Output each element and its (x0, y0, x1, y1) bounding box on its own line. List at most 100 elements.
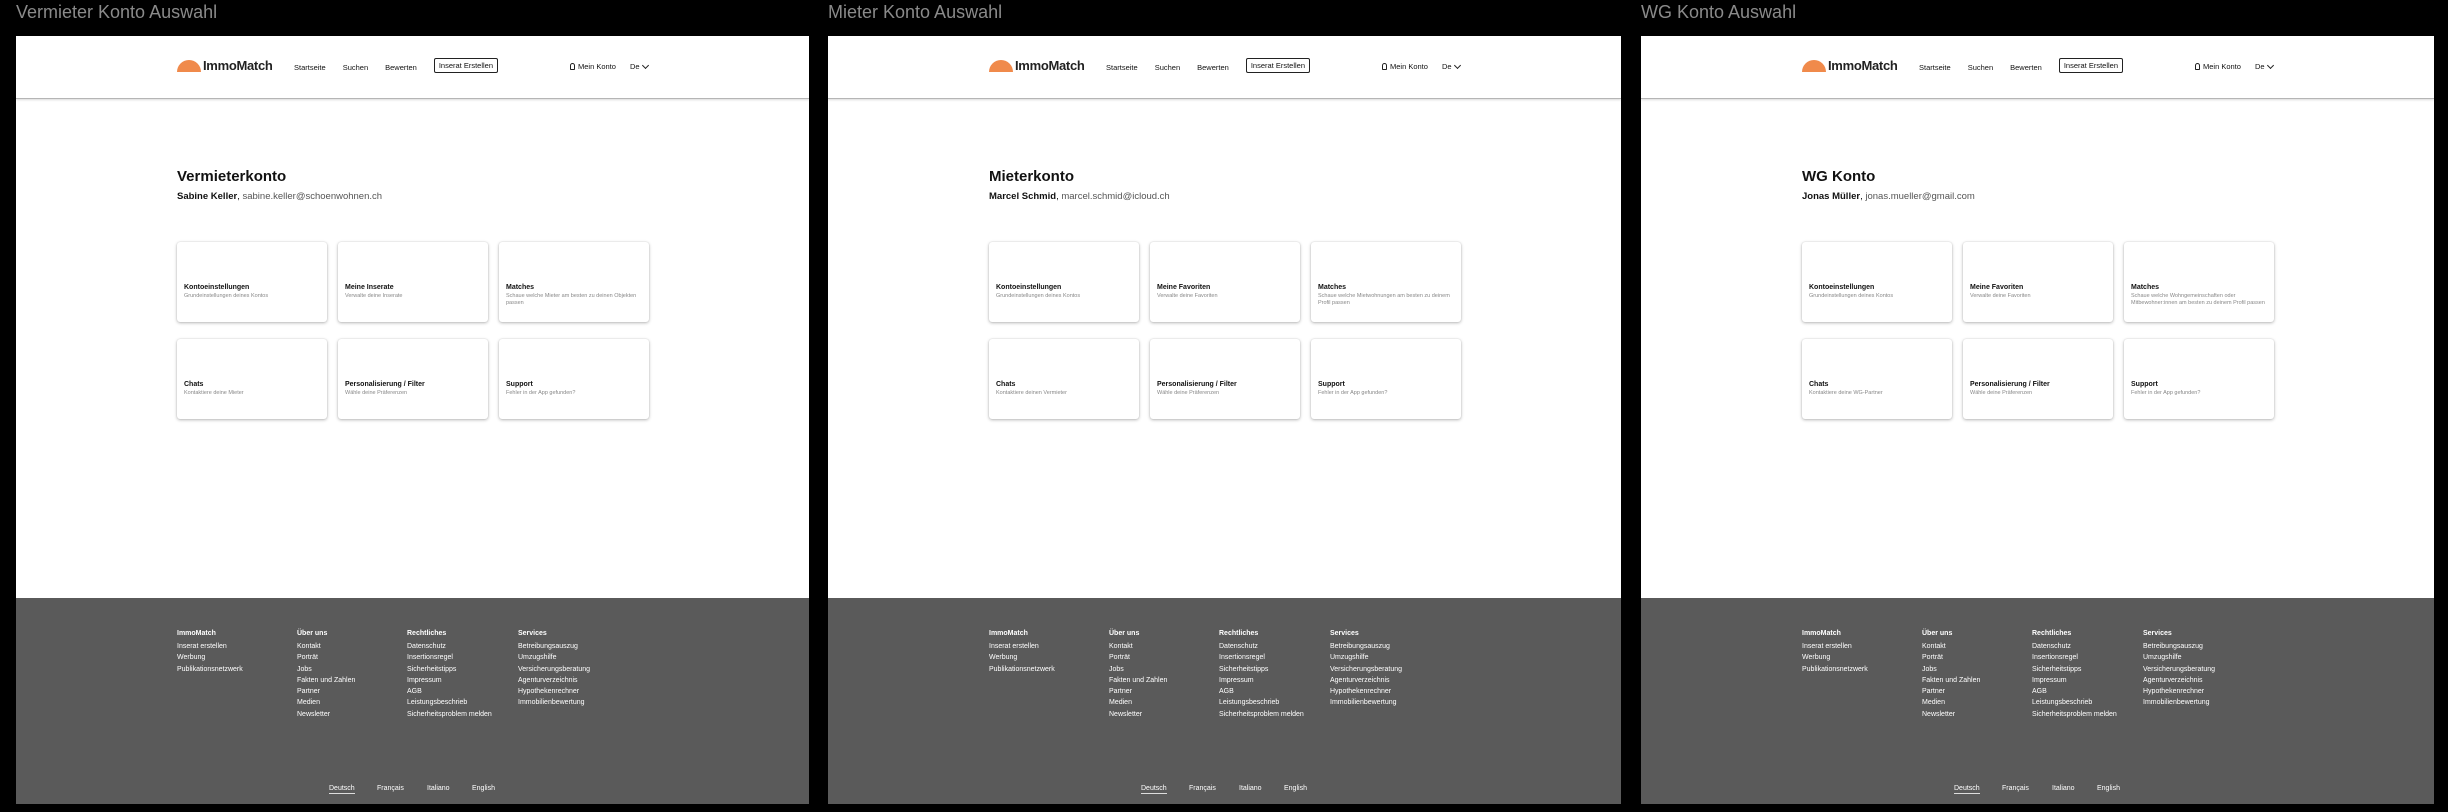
footer-link[interactable]: AGB (1219, 686, 1304, 697)
footer-link[interactable]: Betreibungsauszug (2143, 641, 2215, 652)
footer-link[interactable]: Porträt (297, 652, 355, 663)
language-francais[interactable]: Français (1189, 785, 1216, 792)
language-italiano[interactable]: Italiano (427, 785, 450, 792)
nav-bewerten[interactable]: Bewerten (385, 63, 417, 72)
language-italiano[interactable]: Italiano (1239, 785, 1262, 792)
account-link[interactable]: Mein Konto (1382, 62, 1428, 71)
card-support[interactable]: Support Fehler in der App gefunden? (2124, 339, 2274, 419)
footer-link[interactable]: Insertionsregel (2032, 652, 2117, 663)
card-support[interactable]: Support Fehler in der App gefunden? (499, 339, 649, 419)
language-select[interactable]: De (1442, 61, 1461, 71)
footer-link[interactable]: AGB (2032, 686, 2117, 697)
account-link[interactable]: Mein Konto (2195, 62, 2241, 71)
footer-link[interactable]: Sicherheitstipps (407, 664, 492, 675)
footer-link[interactable]: Agenturverzeichnis (518, 675, 590, 686)
footer-link[interactable]: Insertionsregel (1219, 652, 1304, 663)
footer-link[interactable]: Sicherheitsproblem melden (2032, 709, 2117, 720)
language-english[interactable]: English (2097, 785, 2120, 792)
nav-suchen[interactable]: Suchen (343, 63, 368, 72)
footer-link[interactable]: Publikationsnetzwerk (989, 664, 1055, 675)
footer-link[interactable]: Fakten und Zahlen (1922, 675, 1980, 686)
footer-link[interactable]: Fakten und Zahlen (297, 675, 355, 686)
footer-link[interactable]: Inserat erstellen (177, 641, 243, 652)
footer-link[interactable]: Datenschutz (407, 641, 492, 652)
footer-link[interactable]: Agenturverzeichnis (1330, 675, 1402, 686)
logo[interactable]: ImmoMatch (1802, 56, 1898, 74)
footer-link[interactable]: Betreibungsauszug (518, 641, 590, 652)
card-support[interactable]: Support Fehler in der App gefunden? (1311, 339, 1461, 419)
footer-link[interactable]: Newsletter (297, 709, 355, 720)
footer-link[interactable]: Agenturverzeichnis (2143, 675, 2215, 686)
footer-link[interactable]: Immobilienbewertung (518, 697, 590, 708)
footer-link[interactable]: Kontakt (1109, 641, 1167, 652)
card-account-settings[interactable]: Kontoeinstellungen Grundeinstellungen dei… (1802, 242, 1952, 322)
logo[interactable]: ImmoMatch (989, 56, 1085, 74)
language-italiano[interactable]: Italiano (2052, 785, 2075, 792)
footer-link[interactable]: Hypothekenrechner (2143, 686, 2215, 697)
nav-startseite[interactable]: Startseite (1919, 63, 1951, 72)
language-deutsch[interactable]: Deutsch (1954, 785, 1980, 794)
footer-link[interactable]: Datenschutz (2032, 641, 2117, 652)
footer-link[interactable]: Jobs (297, 664, 355, 675)
footer-link[interactable]: Insertionsregel (407, 652, 492, 663)
footer-link[interactable]: Partner (1109, 686, 1167, 697)
logo[interactable]: ImmoMatch (177, 56, 273, 74)
footer-link[interactable]: Jobs (1109, 664, 1167, 675)
footer-link[interactable]: Versicherungsberatung (2143, 664, 2215, 675)
footer-link[interactable]: Newsletter (1109, 709, 1167, 720)
footer-link[interactable]: Versicherungsberatung (518, 664, 590, 675)
language-select[interactable]: De (630, 61, 649, 71)
footer-link[interactable]: Leistungsbeschrieb (1219, 697, 1304, 708)
footer-link[interactable]: Sicherheitsproblem melden (407, 709, 492, 720)
card-chats[interactable]: Chats Kontaktiere deine WG-Partner (1802, 339, 1952, 419)
footer-link[interactable]: Kontakt (297, 641, 355, 652)
language-english[interactable]: English (1284, 785, 1307, 792)
nav-startseite[interactable]: Startseite (1106, 63, 1138, 72)
nav-startseite[interactable]: Startseite (294, 63, 326, 72)
create-listing-button[interactable]: Inserat Erstellen (1245, 58, 1311, 73)
footer-link[interactable]: AGB (407, 686, 492, 697)
card-chats[interactable]: Chats Kontaktiere deinen Vermieter (989, 339, 1139, 419)
footer-link[interactable]: Werbung (177, 652, 243, 663)
nav-bewerten[interactable]: Bewerten (1197, 63, 1229, 72)
card-personalization[interactable]: Personalisierung / Filter Wähle deine Prä… (1150, 339, 1300, 419)
footer-link[interactable]: Medien (297, 697, 355, 708)
footer-link[interactable]: Sicherheitstipps (1219, 664, 1304, 675)
footer-link[interactable]: Publikationsnetzwerk (1802, 664, 1868, 675)
footer-link[interactable]: Leistungsbeschrieb (407, 697, 492, 708)
footer-link[interactable]: Umzugshilfe (2143, 652, 2215, 663)
footer-link[interactable]: Versicherungsberatung (1330, 664, 1402, 675)
card-chats[interactable]: Chats Kontaktiere deine Mieter (177, 339, 327, 419)
footer-link[interactable]: Impressum (407, 675, 492, 686)
footer-link[interactable]: Hypothekenrechner (1330, 686, 1402, 697)
footer-link[interactable]: Datenschutz (1219, 641, 1304, 652)
card-matches[interactable]: Matches Schaue welche Mietwohnungen am be… (1311, 242, 1461, 322)
card-my-favorites[interactable]: Meine Favoriten Verwalte deine Favoriten (1150, 242, 1300, 322)
account-link[interactable]: Mein Konto (570, 62, 616, 71)
footer-link[interactable]: Hypothekenrechner (518, 686, 590, 697)
footer-link[interactable]: Medien (1922, 697, 1980, 708)
footer-link[interactable]: Sicherheitsproblem melden (1219, 709, 1304, 720)
card-matches[interactable]: Matches Schaue welche Wohngemeinschaften … (2124, 242, 2274, 322)
language-deutsch[interactable]: Deutsch (329, 785, 355, 794)
footer-link[interactable]: Partner (297, 686, 355, 697)
footer-link[interactable]: Betreibungsauszug (1330, 641, 1402, 652)
footer-link[interactable]: Porträt (1922, 652, 1980, 663)
footer-link[interactable]: Immobilienbewertung (2143, 697, 2215, 708)
language-deutsch[interactable]: Deutsch (1141, 785, 1167, 794)
footer-link[interactable]: Fakten und Zahlen (1109, 675, 1167, 686)
create-listing-button[interactable]: Inserat Erstellen (2058, 58, 2124, 73)
card-account-settings[interactable]: Kontoeinstellungen Grundeinstellungen dei… (177, 242, 327, 322)
footer-link[interactable]: Inserat erstellen (1802, 641, 1868, 652)
footer-link[interactable]: Umzugshilfe (1330, 652, 1402, 663)
footer-link[interactable]: Porträt (1109, 652, 1167, 663)
card-my-listings[interactable]: Meine Inserate Verwalte deine Inserate (338, 242, 488, 322)
card-matches[interactable]: Matches Schaue welche Mieter am besten zu… (499, 242, 649, 322)
language-select[interactable]: De (2255, 61, 2274, 71)
language-francais[interactable]: Français (377, 785, 404, 792)
card-my-favorites[interactable]: Meine Favoriten Verwalte deine Favoriten (1963, 242, 2113, 322)
footer-link[interactable]: Sicherheitstipps (2032, 664, 2117, 675)
nav-suchen[interactable]: Suchen (1968, 63, 1993, 72)
footer-link[interactable]: Publikationsnetzwerk (177, 664, 243, 675)
footer-link[interactable]: Partner (1922, 686, 1980, 697)
